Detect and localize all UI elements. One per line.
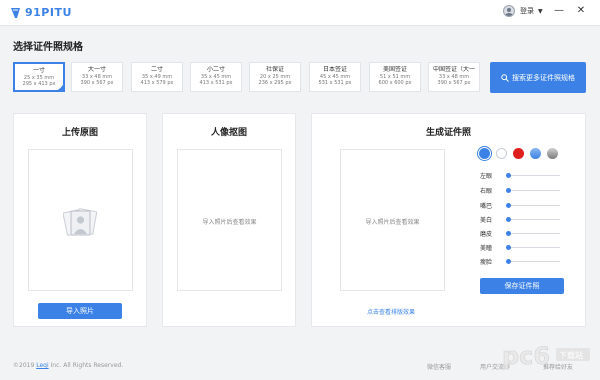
search-icon [501,73,509,82]
size-px: 390 x 567 px [437,80,471,86]
app-logo-text: 91PITU [25,6,72,19]
result-placeholder: 导入照片后查看效果 [365,219,420,226]
cutout-placeholder: 导入照片后查看效果 [202,219,257,226]
svg-text:下载站: 下载站 [559,350,583,360]
bg-color-blue[interactable] [479,148,490,159]
size-card-1cun[interactable]: 一寸 25 x 35 mm 295 x 413 px ✓ [13,62,65,92]
size-name: 一寸 [32,67,45,74]
slider-knob[interactable] [506,188,511,193]
size-card-japan-visa[interactable]: 日本签证 45 x 45 mm 531 x 531 px [309,62,361,92]
svg-text:pc6: pc6 [502,342,550,370]
search-more-label: 搜索更多证件照规格 [512,73,575,82]
upload-title: 上传原图 [61,128,98,138]
slider-knob[interactable] [506,245,511,250]
size-name: 日本签证 [322,66,347,73]
copyright-suffix: Inc. All Rights Reserved. [50,362,124,369]
size-card-small-2cun[interactable]: 小二寸 35 x 45 mm 413 x 531 px [190,62,242,92]
bg-color-gradient-blue[interactable] [530,148,541,159]
watermark: pc6 下载站 [500,338,592,374]
slider-label-mouth: 嘴巴 [480,203,493,210]
search-more-sizes-button[interactable]: 搜索更多证件照规格 [490,62,586,93]
size-name: 大一寸 [87,66,106,73]
company-link[interactable]: Leqi [36,362,48,369]
size-px: 413 x 579 px [140,80,174,86]
slider-label-smoothing: 磨皮 [480,231,493,238]
app-logo: 91PITU [10,6,72,19]
size-px: 236 x 295 px [258,80,292,86]
slider-label-pupil: 美瞳 [480,245,493,252]
size-card-social-security[interactable]: 社保证 20 x 25 mm 236 x 295 px [249,62,301,92]
slider-whitening[interactable] [506,217,560,222]
login-label: 登录 [520,7,534,15]
watermark-logo: pc6 下载站 [502,342,590,370]
slider-label-slim-face: 瘦脸 [480,259,493,266]
copyright: ©2019 Leqi Inc. All Rights Reserved. [13,362,123,369]
avatar [503,5,515,17]
import-photo-button[interactable]: 导入照片 [38,303,122,319]
slider-knob[interactable] [506,231,511,236]
slider-mouth[interactable] [506,203,560,208]
bg-color-white[interactable] [496,148,507,159]
slider-knob[interactable] [506,203,511,208]
slider-knob[interactable] [506,173,511,178]
result-panel: 生成证件照 导入照片后查看效果 点击查看排版效果 保存证件照 [311,113,586,327]
size-card-us-visa[interactable]: 美国签证 51 x 51 mm 600 x 600 px [369,62,421,92]
view-layout-link[interactable]: 点击查看排版效果 [367,307,415,316]
size-card-big-1cun[interactable]: 大一寸 33 x 48 mm 390 x 567 px [71,62,123,92]
cutout-preview: 导入照片后查看效果 [177,149,282,291]
slider-left-eye[interactable] [506,173,560,178]
slider-knob[interactable] [506,217,511,222]
photo-placeholder-icon [63,208,98,236]
upload-drop-area[interactable] [28,149,133,291]
size-name: 二寸 [150,66,163,73]
chevron-down-icon: ▼ [538,7,543,15]
size-name: 美国签证 [382,66,407,73]
save-photo-button[interactable]: 保存证件照 [480,278,564,294]
wechat-service-link[interactable]: 微信客服 [427,362,451,371]
login-menu[interactable]: 登录 ▼ [503,5,543,17]
bg-color-gradient-gray[interactable] [547,148,558,159]
size-px: 390 x 567 px [80,80,114,86]
size-name: 小二寸 [206,66,225,73]
size-px: 531 x 531 px [318,80,352,86]
logo-icon [11,7,20,18]
size-name: 社保证 [265,66,284,73]
slider-label-left-eye: 左眼 [480,173,493,180]
minimize-button[interactable]: — [552,4,566,18]
slider-pupil[interactable] [506,245,560,250]
size-card-2cun[interactable]: 二寸 35 x 49 mm 413 x 579 px [131,62,183,92]
section-title: 选择证件照规格 [13,42,83,53]
slider-smoothing[interactable] [506,231,560,236]
result-title: 生成证件照 [425,128,471,138]
check-icon: ✓ [58,85,63,91]
bg-color-red[interactable] [513,148,524,159]
slider-knob[interactable] [506,259,511,264]
size-px: 413 x 531 px [199,80,233,86]
close-button[interactable]: ✕ [574,4,588,18]
copyright-prefix: ©2019 [13,362,35,369]
upload-panel: 上传原图 导入照片 [13,113,147,327]
title-bar: 91PITU 登录 ▼ — ✕ [0,0,600,26]
slider-label-whitening: 美白 [480,217,493,224]
slider-right-eye[interactable] [506,188,560,193]
slider-label-right-eye: 右眼 [480,188,493,195]
size-card-china-visa[interactable]: 中国签证（大一 33 x 48 mm 390 x 567 px [428,62,480,92]
size-px: 600 x 600 px [378,80,412,86]
slider-slim-face[interactable] [506,259,560,264]
size-name: 中国签证（大一 [432,66,475,73]
cutout-title: 人像抠图 [210,128,247,138]
cutout-panel: 人像抠图 导入照片后查看效果 [162,113,296,327]
result-preview: 导入照片后查看效果 [340,149,445,291]
